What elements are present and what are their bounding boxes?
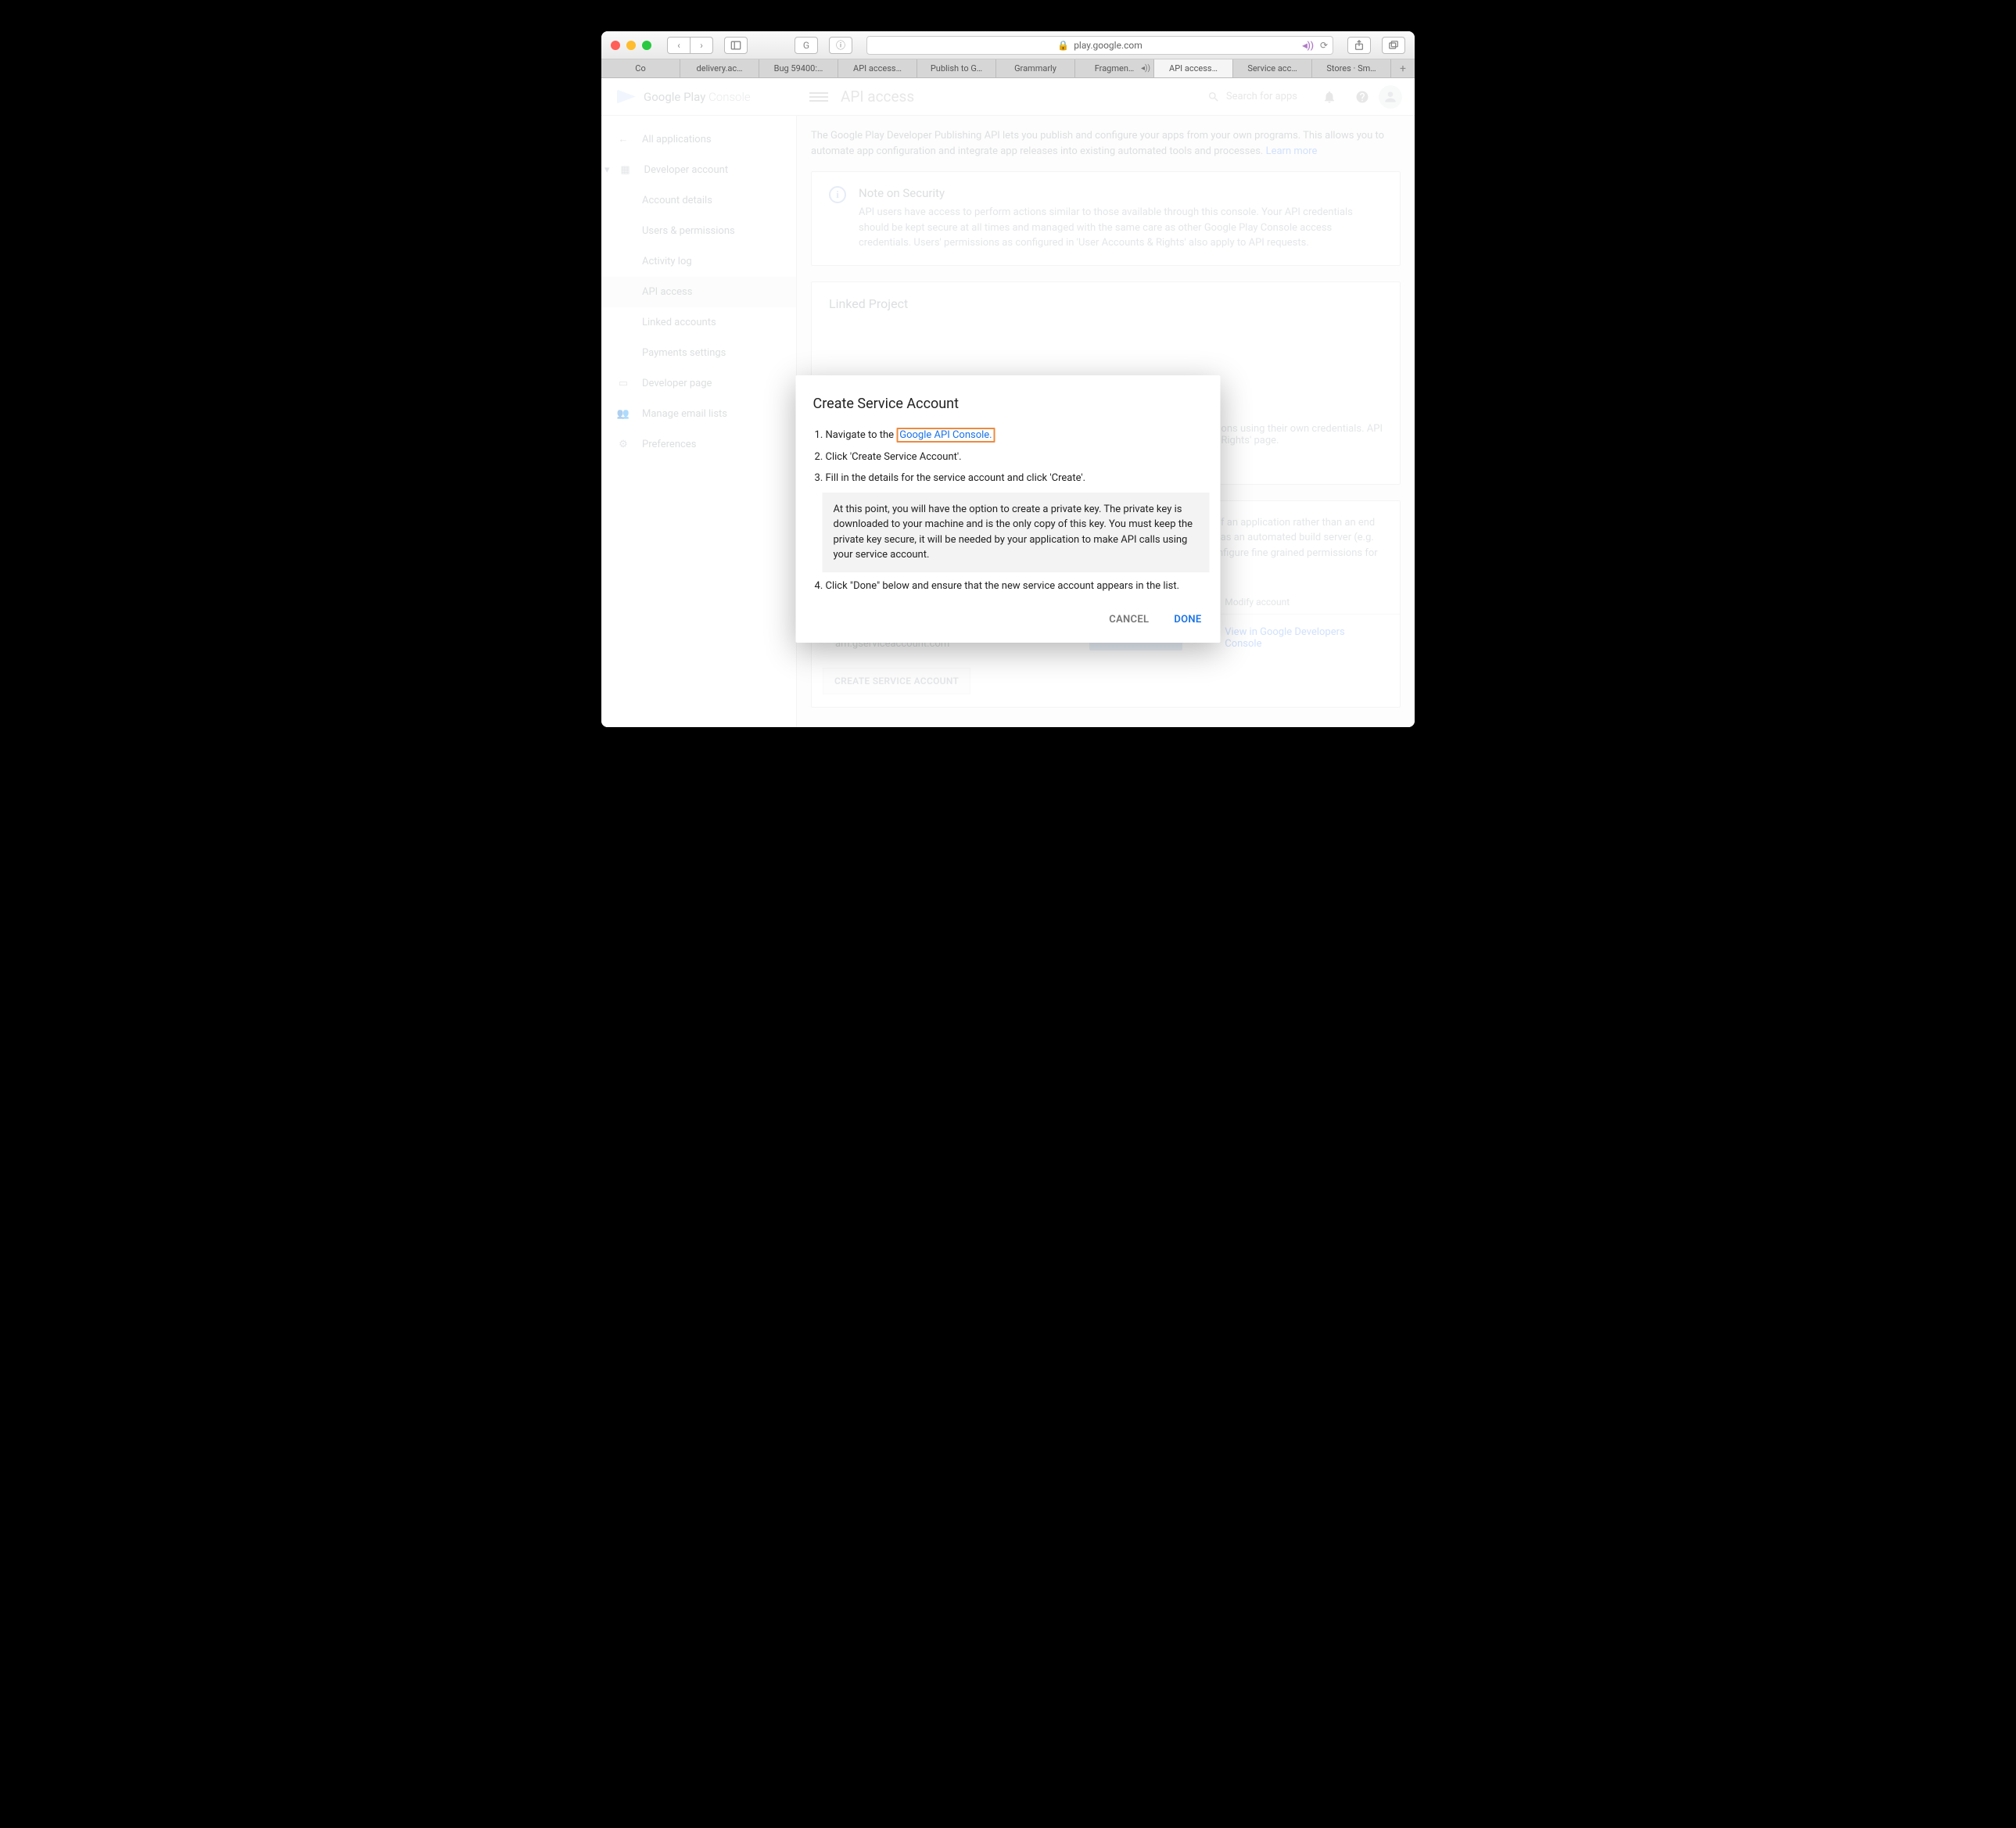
step-3-note: At this point, you will have the option … (823, 493, 1210, 572)
dialog-title: Create Service Account (796, 396, 1221, 421)
audio-icon[interactable]: ◂)) (1141, 64, 1150, 73)
tab-7[interactable]: API access… (1154, 59, 1233, 77)
tab-3[interactable]: API access… (838, 59, 917, 77)
google-api-console-link[interactable]: Google API Console. (896, 428, 995, 443)
tab-1[interactable]: delivery.ac… (680, 59, 759, 77)
address-bar[interactable]: 🔒 play.google.com ◂)) ⟳ (866, 36, 1333, 55)
step-4: Click "Done" below and ensure that the n… (826, 579, 1204, 594)
tab-5[interactable]: Grammarly (996, 59, 1075, 77)
grammarly-ext-icon[interactable]: G (795, 37, 818, 54)
dialog-actions: CANCEL DONE (796, 600, 1221, 630)
sidebar-toggle-button[interactable] (724, 37, 748, 54)
close-window-button[interactable] (611, 41, 620, 50)
tabs-button[interactable] (1382, 37, 1405, 54)
tab-4[interactable]: Publish to G… (917, 59, 996, 77)
share-button[interactable] (1347, 37, 1371, 54)
step-2: Click 'Create Service Account'. (826, 450, 1204, 465)
safari-window: ‹ › G ⓘ 🔒 play.google.com ◂)) ⟳ Co deliv… (601, 31, 1415, 727)
step-1: Navigate to the Google API Console. (826, 428, 1204, 443)
reader-icon[interactable]: ◂)) (1303, 40, 1314, 51)
back-button[interactable]: ‹ (667, 37, 691, 54)
tab-6[interactable]: Fragmen…◂)) (1075, 59, 1154, 77)
tab-0[interactable]: Co (601, 59, 680, 77)
url-host: play.google.com (1074, 40, 1143, 51)
privacy-ext-icon[interactable]: ⓘ (829, 37, 852, 54)
zoom-window-button[interactable] (642, 41, 651, 50)
create-service-account-dialog: Create Service Account Navigate to the G… (796, 375, 1221, 643)
window-titlebar: ‹ › G ⓘ 🔒 play.google.com ◂)) ⟳ (601, 31, 1415, 59)
done-button[interactable]: DONE (1174, 614, 1201, 625)
window-controls (611, 41, 651, 50)
dialog-steps-cont: Click "Done" below and ensure that the n… (809, 579, 1221, 594)
tab-8[interactable]: Service acc… (1233, 59, 1312, 77)
tab-2[interactable]: Bug 59400:… (759, 59, 838, 77)
tab-9[interactable]: Stores · Sm… (1312, 59, 1391, 77)
forward-button[interactable]: › (690, 37, 713, 54)
dialog-steps: Navigate to the Google API Console. Clic… (809, 428, 1221, 486)
cancel-button[interactable]: CANCEL (1109, 614, 1149, 625)
minimize-window-button[interactable] (626, 41, 636, 50)
lock-icon: 🔒 (1057, 40, 1069, 51)
new-tab-button[interactable]: + (1391, 59, 1415, 77)
reload-button[interactable]: ⟳ (1320, 40, 1328, 51)
tab-strip: Co delivery.ac… Bug 59400:… API access… … (601, 59, 1415, 78)
page-content: Google Play Console API access Search fo… (601, 78, 1415, 727)
step-3: Fill in the details for the service acco… (826, 471, 1204, 486)
nav-buttons: ‹ › (667, 37, 713, 54)
